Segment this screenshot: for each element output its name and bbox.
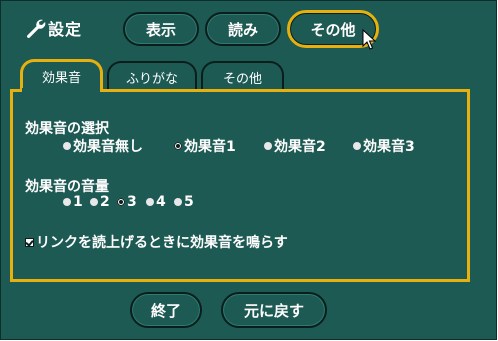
radio-label: 4 (156, 194, 166, 210)
reset-button[interactable]: 元に戻す (221, 292, 327, 328)
tab-other[interactable]: その他 (201, 61, 284, 91)
radio-label: 2 (100, 194, 110, 210)
checkbox-checked-icon (25, 237, 34, 247)
radio-dot-icon (264, 142, 272, 150)
radio-volume-2[interactable]: 2 (90, 194, 110, 210)
radio-label: 効果音2 (274, 139, 326, 155)
radio-dot-icon (63, 142, 71, 150)
radio-sound-1[interactable]: 効果音1 (174, 136, 236, 156)
tab-sound-effects[interactable]: 効果音 (20, 59, 103, 91)
mouse-cursor-icon (362, 29, 376, 50)
radio-dot-icon (63, 198, 71, 206)
radio-dot-icon (174, 198, 182, 206)
radio-dot-icon (90, 198, 98, 206)
radio-dot-icon (353, 142, 361, 150)
settings-window: 設定 表示 読み その他 効果音 ふりがな その他 効果音の選択 効果音無し 効… (0, 0, 497, 340)
tab-join (22, 88, 100, 93)
link-sound-checkbox[interactable]: リンクを読上げるときに効果音を鳴らす (25, 232, 288, 252)
radio-label: 効果音3 (363, 139, 415, 155)
radio-label: 効果音無し (73, 139, 143, 155)
display-button[interactable]: 表示 (123, 12, 199, 46)
radio-label: 5 (184, 194, 194, 210)
end-button[interactable]: 終了 (130, 292, 202, 328)
checkbox-label: リンクを読上げるときに効果音を鳴らす (36, 235, 288, 251)
radio-selected-icon (174, 142, 182, 150)
radio-volume-1[interactable]: 1 (63, 194, 83, 210)
radio-selected-icon (117, 198, 125, 206)
radio-volume-3[interactable]: 3 (117, 194, 137, 210)
radio-label: 3 (127, 194, 137, 210)
reading-button[interactable]: 読み (205, 12, 281, 46)
radio-dot-icon (146, 198, 154, 206)
radio-volume-5[interactable]: 5 (174, 194, 194, 210)
radio-sound-3[interactable]: 効果音3 (353, 136, 415, 156)
radio-label: 1 (73, 194, 83, 210)
wrench-icon (27, 19, 46, 38)
radio-sound-none[interactable]: 効果音無し (63, 136, 143, 156)
sound-select-heading: 効果音の選択 (25, 121, 109, 137)
settings-title: 設定 (48, 20, 83, 39)
volume-heading: 効果音の音量 (25, 179, 109, 195)
radio-sound-2[interactable]: 効果音2 (264, 136, 326, 156)
tab-furigana[interactable]: ふりがな (107, 61, 197, 91)
radio-label: 効果音1 (184, 139, 236, 155)
radio-volume-4[interactable]: 4 (146, 194, 166, 210)
